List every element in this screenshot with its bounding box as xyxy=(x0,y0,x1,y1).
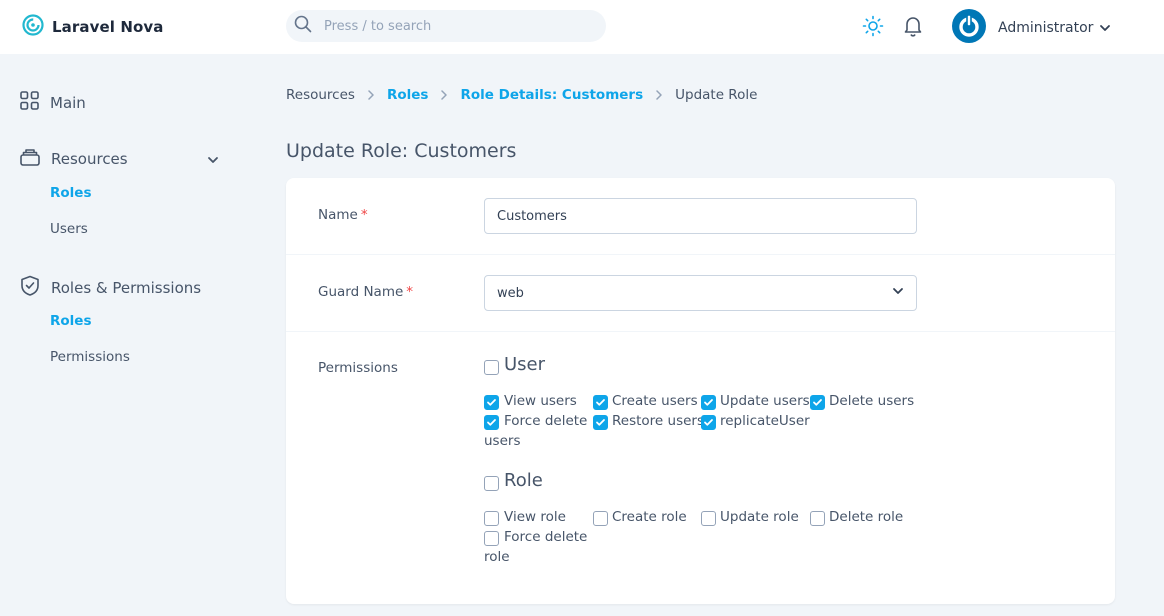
checkbox-delete-users[interactable] xyxy=(810,395,825,410)
database-icon xyxy=(20,147,40,170)
guard-name-value: web xyxy=(497,285,524,301)
checkbox-restore-users[interactable] xyxy=(593,415,608,430)
checkbox-force-delete-users[interactable] xyxy=(484,415,499,430)
permission-label: role xyxy=(484,549,510,565)
permission-label: users xyxy=(484,433,521,449)
guard-name-select[interactable]: web xyxy=(484,275,917,311)
permission-label: Update users xyxy=(720,393,810,409)
sidebar-item-main[interactable]: Main xyxy=(20,91,86,114)
sidebar-subitem-permissions[interactable]: Permissions xyxy=(50,349,130,365)
search-icon xyxy=(294,15,312,37)
shield-check-icon xyxy=(20,275,40,300)
sidebar-subitem-users[interactable]: Users xyxy=(50,221,88,237)
checkbox-create-users[interactable] xyxy=(593,395,608,410)
sidebar-subitem-roles[interactable]: Roles xyxy=(50,185,92,201)
name-field[interactable] xyxy=(484,198,917,234)
breadcrumb-roles[interactable]: Roles xyxy=(387,87,429,103)
check-icon xyxy=(813,399,822,406)
check-icon xyxy=(487,419,496,426)
user-menu[interactable]: Administrator xyxy=(952,9,1111,47)
checkbox-view-users[interactable] xyxy=(484,395,499,410)
divider xyxy=(286,331,1115,332)
sidebar-item-roles-permissions[interactable]: Roles & Permissions xyxy=(20,275,201,300)
checkbox-update-users[interactable] xyxy=(701,395,716,410)
chevron-down-icon[interactable] xyxy=(207,151,219,170)
divider xyxy=(286,254,1115,255)
nova-logo-icon xyxy=(22,14,44,40)
chevron-right-icon xyxy=(367,90,375,100)
breadcrumb-role-details[interactable]: Role Details: Customers xyxy=(460,87,643,103)
sidebar-item-label: Roles & Permissions xyxy=(51,278,202,297)
notifications-bell-icon[interactable] xyxy=(903,15,923,41)
checkbox-create-role[interactable] xyxy=(593,511,608,526)
permission-label: Create users xyxy=(612,393,698,409)
chevron-right-icon xyxy=(440,90,448,100)
sidebar-item-label: Resources xyxy=(51,149,128,168)
breadcrumb-current: Update Role xyxy=(675,87,758,103)
search-input[interactable] xyxy=(324,18,584,34)
permission-label: Delete users xyxy=(829,393,915,409)
check-icon xyxy=(704,419,713,426)
checkbox-update-role[interactable] xyxy=(701,511,716,526)
user-name: Administrator xyxy=(998,20,1094,36)
top-header: Laravel Nova Administrator xyxy=(0,0,1164,54)
group-checkbox-role[interactable] xyxy=(484,476,499,491)
permission-group-title: User xyxy=(504,354,546,375)
sidebar-item-label: Main xyxy=(50,93,86,112)
permission-label: Create role xyxy=(612,509,687,525)
permission-label: View users xyxy=(504,393,577,409)
global-search[interactable] xyxy=(286,10,606,42)
permission-label: replicateUser xyxy=(720,413,810,429)
sidebar-item-resources[interactable]: Resources xyxy=(20,147,220,170)
required-mark: * xyxy=(406,284,414,300)
chevron-down-icon xyxy=(892,285,904,301)
sidebar-subitem-roles[interactable]: Roles xyxy=(50,313,92,329)
app-logo[interactable]: Laravel Nova xyxy=(22,14,163,40)
guard-name-label: Guard Name * xyxy=(318,284,414,300)
breadcrumb: Resources Roles Role Details: Customers … xyxy=(286,87,757,103)
check-icon xyxy=(487,399,496,406)
permission-label: Restore users xyxy=(612,413,704,429)
checkbox-view-role[interactable] xyxy=(484,511,499,526)
check-icon xyxy=(596,419,605,426)
permission-group-title: Role xyxy=(504,470,543,491)
permission-label: View role xyxy=(504,509,566,525)
theme-toggle-sun-icon[interactable] xyxy=(862,15,884,41)
check-icon xyxy=(704,399,713,406)
avatar xyxy=(952,9,986,47)
group-checkbox-user[interactable] xyxy=(484,360,499,375)
name-label: Name * xyxy=(318,207,368,223)
chevron-right-icon xyxy=(655,90,663,100)
permissions-label: Permissions xyxy=(318,360,398,376)
checkbox-delete-role[interactable] xyxy=(810,511,825,526)
checkbox-force-delete-role[interactable] xyxy=(484,531,499,546)
required-mark: * xyxy=(360,207,368,223)
chevron-down-icon xyxy=(1099,19,1111,38)
update-role-form: Name* Guard Name* web Permissions User V… xyxy=(286,178,1115,604)
page-title: Update Role: Customers xyxy=(286,140,517,162)
breadcrumb-resources: Resources xyxy=(286,87,355,103)
permission-label: Force delete xyxy=(504,413,588,429)
app-title: Laravel Nova xyxy=(52,18,164,36)
checkbox-replicate-user[interactable] xyxy=(701,415,716,430)
permission-label: Delete role xyxy=(829,509,904,525)
permission-label: Update role xyxy=(720,509,799,525)
grid-icon xyxy=(20,91,39,114)
permission-label: Force delete xyxy=(504,529,588,545)
check-icon xyxy=(596,399,605,406)
